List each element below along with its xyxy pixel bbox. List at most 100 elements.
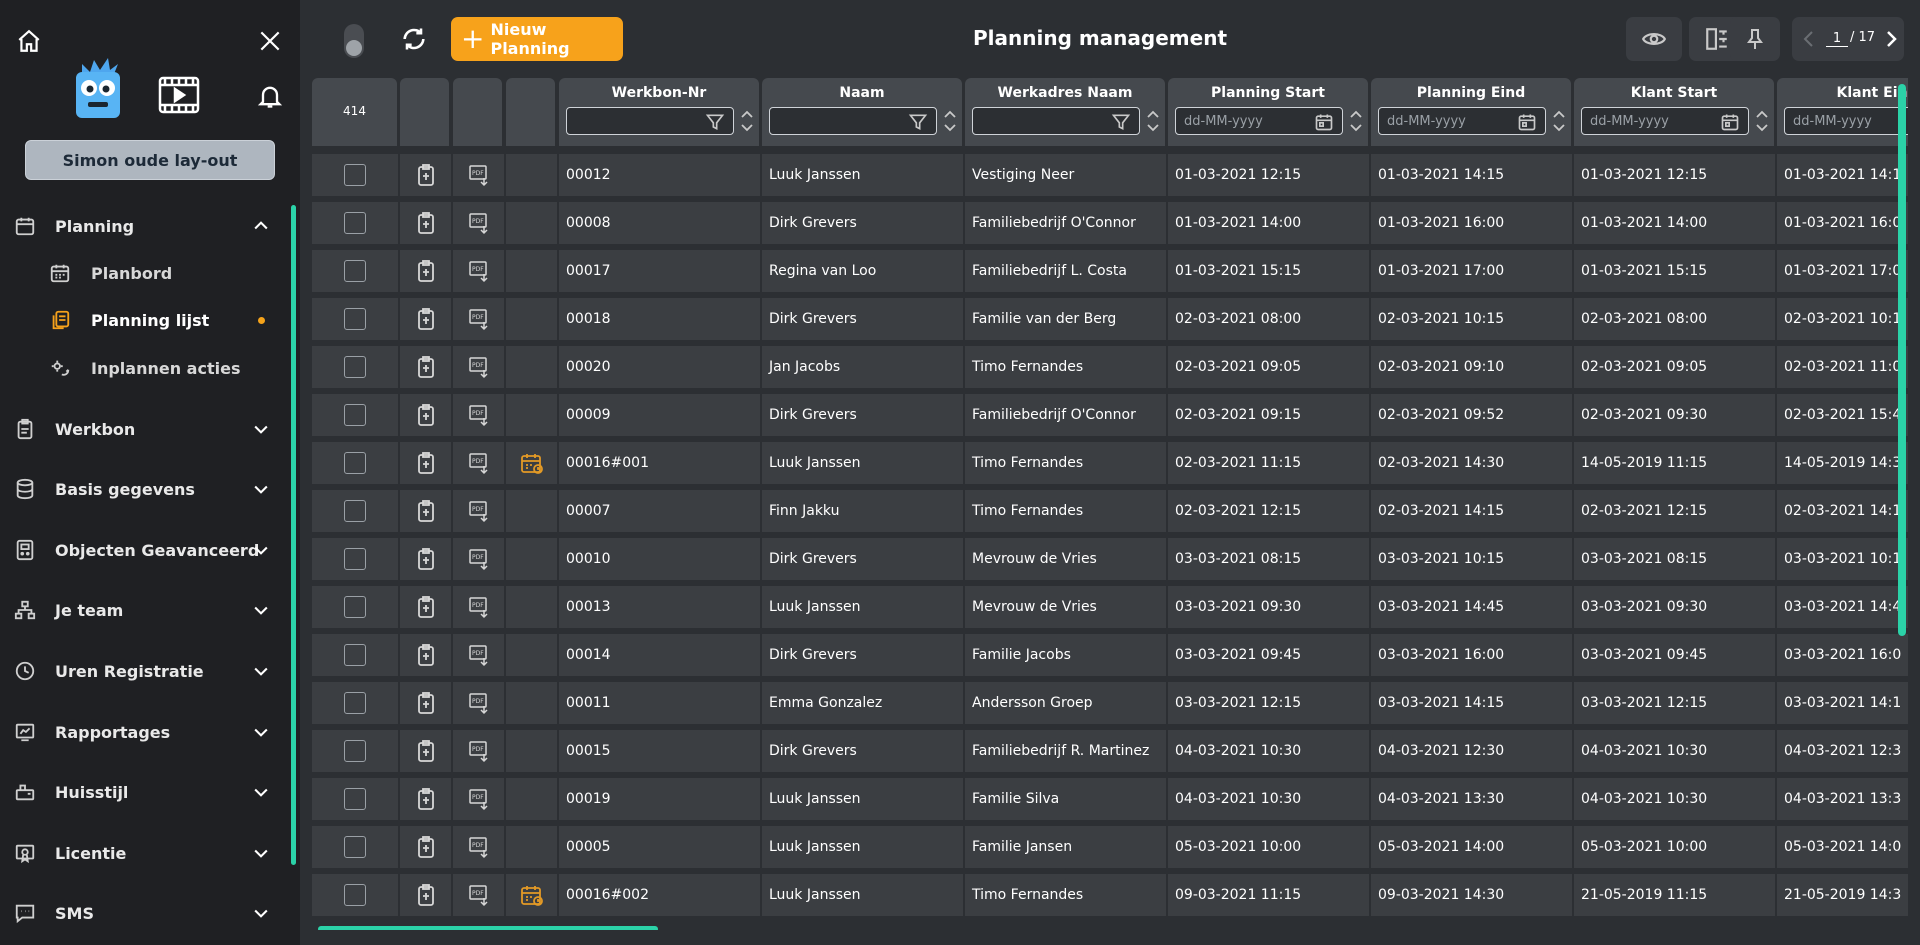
sidebar-item-sms[interactable]: SMS <box>0 889 290 937</box>
calendar-icon[interactable] <box>1517 112 1537 132</box>
clipboard-icon[interactable] <box>414 403 438 427</box>
pdf-download-icon[interactable]: PDF <box>467 691 491 715</box>
clipboard-icon[interactable] <box>414 787 438 811</box>
column-header-naam[interactable]: Naam <box>762 78 962 146</box>
clipboard-icon[interactable] <box>414 883 438 907</box>
pdf-download-icon[interactable]: PDF <box>467 883 491 907</box>
old-layout-button[interactable]: Simon oude lay-out <box>25 140 275 180</box>
date-filter-input[interactable]: dd-MM-yyyy <box>1581 107 1749 135</box>
clipboard-icon[interactable] <box>414 547 438 571</box>
table-row[interactable]: PDF 00007 Finn Jakku Timo Fernandes 02-03-20… <box>312 490 1908 532</box>
row-checkbox[interactable] <box>344 596 366 618</box>
sidebar-item-werkbon[interactable]: Werkbon <box>0 405 290 453</box>
calendar-repeat-icon[interactable] <box>520 883 544 907</box>
sidebar-scrollbar[interactable] <box>291 205 296 865</box>
avatar[interactable] <box>72 58 124 120</box>
pdf-download-icon[interactable]: PDF <box>467 355 491 379</box>
sidebar-item-je-team[interactable]: Je team <box>0 586 290 634</box>
text-filter-input[interactable] <box>769 107 937 135</box>
table-row[interactable]: PDF 00015 Dirk Grevers Familiebedrijf R. Ma… <box>312 730 1908 772</box>
column-header-werkbon-nr[interactable]: Werkbon-Nr <box>559 78 759 146</box>
row-checkbox[interactable] <box>344 260 366 282</box>
new-planning-button[interactable]: + Nieuw Planning <box>451 17 623 61</box>
sidebar-item-huisstijl[interactable]: Huisstijl <box>0 768 290 816</box>
table-row[interactable]: PDF 00008 Dirk Grevers Familiebedrijf O'Con… <box>312 202 1908 244</box>
column-header-planning-eind[interactable]: Planning Eind dd-MM-yyyy <box>1371 78 1571 146</box>
clipboard-icon[interactable] <box>414 835 438 859</box>
clipboard-icon[interactable] <box>414 163 438 187</box>
toggle-switch[interactable] <box>343 23 365 59</box>
sidebar-item-objecten-geavanceerd[interactable]: Objecten Geavanceerd <box>0 526 290 574</box>
scroll-thumb[interactable] <box>318 926 658 930</box>
table-row[interactable]: PDF 00014 Dirk Grevers Familie Jacobs 03-03-… <box>312 634 1908 676</box>
row-checkbox[interactable] <box>344 356 366 378</box>
clipboard-icon[interactable] <box>414 259 438 283</box>
video-icon[interactable] <box>158 76 200 114</box>
sidebar-item-uren-registratie[interactable]: Uren Registratie <box>0 647 290 695</box>
row-checkbox[interactable] <box>344 644 366 666</box>
row-checkbox[interactable] <box>344 212 366 234</box>
refresh-icon[interactable] <box>400 25 428 53</box>
sidebar-item-inplannen-acties[interactable]: Inplannen acties <box>0 345 290 391</box>
row-checkbox[interactable] <box>344 164 366 186</box>
vertical-scrollbar[interactable] <box>1898 84 1906 636</box>
row-checkbox[interactable] <box>344 500 366 522</box>
row-checkbox[interactable] <box>344 548 366 570</box>
calendar-icon[interactable] <box>1314 112 1334 132</box>
clipboard-icon[interactable] <box>414 451 438 475</box>
chevron-left-icon[interactable] <box>1802 29 1816 49</box>
select-all-header[interactable]: 414 <box>312 78 397 146</box>
table-row[interactable]: PDF 00019 Luuk Janssen Familie Silva 04-03-2… <box>312 778 1908 820</box>
pdf-download-icon[interactable]: PDF <box>467 451 491 475</box>
sort-arrows-icon[interactable] <box>1552 107 1566 135</box>
sidebar-item-basis-gegevens[interactable]: Basis gegevens <box>0 465 290 513</box>
row-checkbox[interactable] <box>344 404 366 426</box>
pdf-download-icon[interactable]: PDF <box>467 547 491 571</box>
sidebar-item-planning[interactable]: Planning <box>0 202 290 250</box>
table-row[interactable]: PDF 00018 Dirk Grevers Familie van der Berg… <box>312 298 1908 340</box>
sidebar-item-planbord[interactable]: Planbord <box>0 250 290 296</box>
clipboard-icon[interactable] <box>414 307 438 331</box>
sort-arrows-icon[interactable] <box>740 107 754 135</box>
table-row[interactable]: PDF 00020 Jan Jacobs Timo Fernandes 02-03-20… <box>312 346 1908 388</box>
clipboard-icon[interactable] <box>414 211 438 235</box>
pdf-download-icon[interactable]: PDF <box>467 595 491 619</box>
clipboard-icon[interactable] <box>414 643 438 667</box>
date-filter-input[interactable]: dd-MM-yyyy <box>1175 107 1343 135</box>
table-row[interactable]: PDF 00005 Luuk Janssen Familie Jansen 05-03-… <box>312 826 1908 868</box>
chevron-right-icon[interactable] <box>1884 29 1898 49</box>
row-checkbox[interactable] <box>344 308 366 330</box>
date-filter-input[interactable]: dd-MM-yyyy <box>1378 107 1546 135</box>
pdf-download-icon[interactable]: PDF <box>467 835 491 859</box>
view-button[interactable] <box>1626 17 1682 61</box>
calendar-icon[interactable] <box>1720 112 1740 132</box>
table-row[interactable]: PDF 00011 Emma Gonzalez Andersson Groep 03-0… <box>312 682 1908 724</box>
home-icon[interactable] <box>16 28 42 54</box>
clipboard-icon[interactable] <box>414 595 438 619</box>
sort-arrows-icon[interactable] <box>1349 107 1363 135</box>
row-checkbox[interactable] <box>344 788 366 810</box>
row-checkbox[interactable] <box>344 452 366 474</box>
column-header-klant-start[interactable]: Klant Start dd-MM-yyyy <box>1574 78 1774 146</box>
pdf-download-icon[interactable]: PDF <box>467 739 491 763</box>
table-row[interactable]: PDF 00010 Dirk Grevers Mevrouw de Vries 03-0… <box>312 538 1908 580</box>
close-icon[interactable] <box>257 28 283 54</box>
pdf-download-icon[interactable]: PDF <box>467 211 491 235</box>
table-row[interactable]: PDF 00016#002 Luuk Janssen Timo Fernandes 09… <box>312 874 1908 916</box>
clipboard-icon[interactable] <box>414 691 438 715</box>
sidebar-item-licentie[interactable]: Licentie <box>0 829 290 877</box>
sidebar-item-planning-lijst[interactable]: Planning lijst <box>0 297 290 343</box>
filter-icon[interactable] <box>1111 112 1131 132</box>
column-header-planning-start[interactable]: Planning Start dd-MM-yyyy <box>1168 78 1368 146</box>
pdf-download-icon[interactable]: PDF <box>467 403 491 427</box>
filter-icon[interactable] <box>908 112 928 132</box>
table-row[interactable]: PDF 00009 Dirk Grevers Familiebedrijf O'Con… <box>312 394 1908 436</box>
table-row[interactable]: PDF 00013 Luuk Janssen Mevrouw de Vries 03-0… <box>312 586 1908 628</box>
clipboard-icon[interactable] <box>414 499 438 523</box>
table-row[interactable]: PDF 00016#001 Luuk Janssen Timo Fernandes 02… <box>312 442 1908 484</box>
pdf-download-icon[interactable]: PDF <box>467 259 491 283</box>
row-checkbox[interactable] <box>344 836 366 858</box>
pdf-download-icon[interactable]: PDF <box>467 163 491 187</box>
text-filter-input[interactable] <box>566 107 734 135</box>
table-row[interactable]: PDF 00012 Luuk Janssen Vestiging Neer 01-03-… <box>312 154 1908 196</box>
